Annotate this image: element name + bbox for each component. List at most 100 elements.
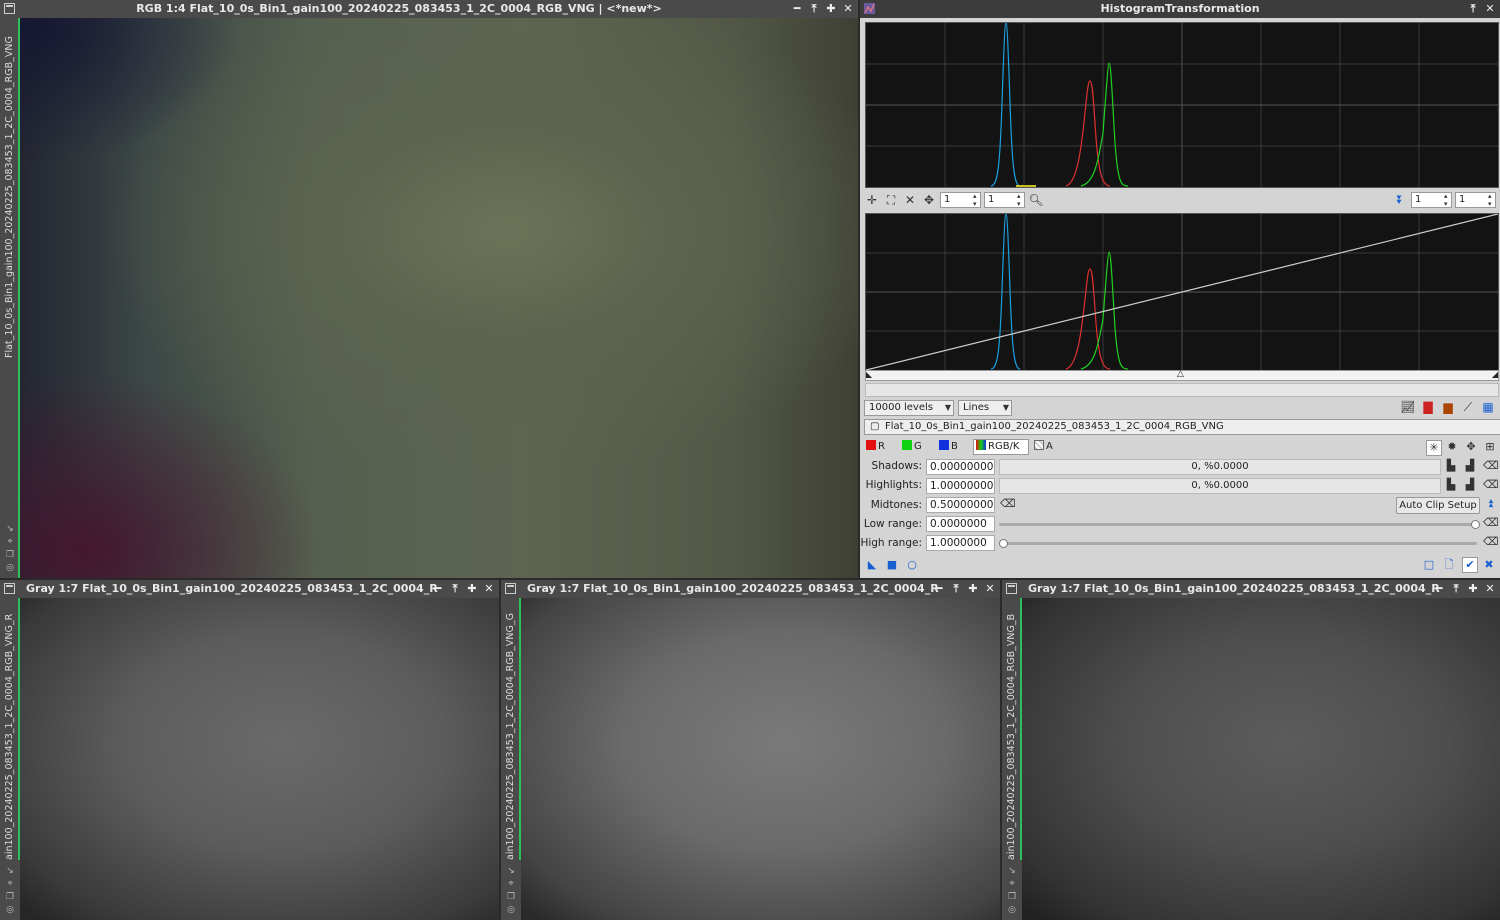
input-histogram-plot[interactable] (865, 213, 1499, 371)
pin-icon[interactable]: ⌖ (1009, 879, 1014, 890)
shadows-input[interactable]: 0.00000000 (926, 459, 995, 475)
gray-b-image-canvas[interactable] (1022, 598, 1500, 920)
copy-icon[interactable]: ❐ (6, 550, 14, 561)
expand-icon[interactable]: ⊞ (1483, 440, 1497, 454)
high-range-slider[interactable] (999, 539, 1477, 548)
apply-icon[interactable]: ✔ (1462, 557, 1478, 573)
pin-icon[interactable]: ⌖ (508, 879, 513, 890)
track-view-icon[interactable]: 🗋︎ (1442, 558, 1456, 572)
magnifier-icon[interactable]: 🔍︎ (1028, 192, 1044, 208)
gray-g-image-canvas[interactable] (521, 598, 1000, 920)
shadows-handle[interactable]: ◣ (866, 371, 872, 379)
target-icon[interactable]: ◎ (1008, 905, 1016, 916)
highlights-handle[interactable]: ◢ (1492, 371, 1498, 379)
copy-icon[interactable]: ❐ (6, 892, 14, 903)
zoom-v-input[interactable]: 1 (984, 192, 1025, 208)
shadows-reset-icon[interactable]: ⌫ (1483, 459, 1499, 473)
histogram-titlebar[interactable]: HistogramTransformation ⤒ ✕ (860, 0, 1500, 18)
shadows-auto2-icon[interactable]: ▟ (1463, 459, 1477, 473)
pan-icon[interactable]: ✥ (921, 192, 937, 208)
high-range-input[interactable]: 1.0000000 (926, 535, 995, 551)
midtones-input[interactable]: 0.50000000 (926, 497, 995, 513)
shade-icon[interactable]: ⤒ (1467, 2, 1479, 15)
maximize-icon[interactable]: ✚ (967, 582, 979, 595)
shade-icon[interactable]: ⤒ (808, 2, 820, 15)
gray-r-image-canvas[interactable] (20, 598, 499, 920)
zoom-fit-icon[interactable]: ✛ (864, 192, 880, 208)
collapse-down-icon[interactable]: ⏬︎ (1392, 192, 1408, 208)
handle-bar[interactable]: ◣ △ ◢ (865, 370, 1499, 381)
highlights-input[interactable]: 1.00000000 (926, 478, 995, 494)
log-scale-icon[interactable]: 📈︎ (1400, 399, 1416, 415)
grid-icon[interactable]: ▦ (1480, 399, 1496, 415)
rgb-image-window[interactable]: RGB 1:4 Flat_10_0s_Bin1_gain100_20240225… (0, 0, 858, 578)
minimize-icon[interactable]: ━ (1433, 582, 1445, 595)
output-histogram-plot[interactable] (865, 22, 1499, 188)
gear-icon[interactable]: ✹ (1445, 440, 1459, 454)
close-icon[interactable]: ✕ (483, 582, 495, 595)
zoom2-h-input[interactable]: 1 (1411, 192, 1452, 208)
target-icon[interactable]: ◎ (6, 905, 14, 916)
arrow-icon[interactable]: ↘ (6, 866, 14, 877)
gray-r-side-tab[interactable]: ain100_20240225_083453_1_2C_0004_RGB_VNG… (0, 598, 20, 920)
highlights-auto-icon[interactable]: ▙ (1444, 478, 1458, 492)
gray-window-r[interactable]: Gray 1:7 Flat_10_0s_Bin1_gain100_2024022… (0, 580, 499, 920)
target-icon[interactable]: ◎ (507, 905, 515, 916)
gray-g-side-tab[interactable]: ain100_20240225_083453_1_2C_0004_RGB_VNG… (501, 598, 521, 920)
maximize-icon[interactable]: ✚ (825, 2, 837, 15)
zoom-h-input[interactable]: 1 (940, 192, 981, 208)
auto-clip-icon[interactable]: ⏫︎ (1483, 497, 1497, 511)
minimize-icon[interactable]: ━ (791, 2, 803, 15)
minimize-icon[interactable]: ━ (432, 582, 444, 595)
rgb-window-side-tab[interactable]: Flat_10_0s_Bin1_gain100_20240225_083453_… (0, 18, 20, 578)
gray-b-titlebar[interactable]: Gray 1:7 Flat_10_0s_Bin1_gain100_2024022… (1002, 580, 1500, 598)
highlights-reset-icon[interactable]: ⌫ (1483, 478, 1499, 492)
view-select[interactable]: ▢ Flat_10_0s_Bin1_gain100_20240225_08345… (864, 419, 1500, 435)
low-range-knob[interactable] (1471, 520, 1480, 529)
gray-r-titlebar[interactable]: Gray 1:7 Flat_10_0s_Bin1_gain100_2024022… (0, 580, 499, 598)
gray-g-titlebar[interactable]: Gray 1:7 Flat_10_0s_Bin1_gain100_2024022… (501, 580, 1000, 598)
midtones-reset-icon[interactable]: ⌫ (1000, 497, 1016, 511)
close-icon[interactable]: ✕ (984, 582, 996, 595)
graph-style-select[interactable]: Lines (958, 400, 1012, 416)
gray-window-b[interactable]: Gray 1:7 Flat_10_0s_Bin1_gain100_2024022… (1002, 580, 1500, 920)
close-icon[interactable]: ✕ (1484, 2, 1496, 15)
pin-icon[interactable]: ⌖ (7, 879, 12, 890)
channel-rgbk[interactable]: RGB/K (973, 439, 1029, 455)
maximize-icon[interactable]: ✚ (466, 582, 478, 595)
copy-icon[interactable]: ❐ (507, 892, 515, 903)
close-icon[interactable]: ✕ (842, 2, 854, 15)
transfer-curve-icon[interactable]: ⟋ (1460, 399, 1476, 415)
combined-histogram-icon[interactable]: ▆ (1440, 399, 1456, 415)
auto-stretch-icon[interactable]: ✳ (1426, 440, 1442, 456)
apply-global-icon[interactable]: ■ (885, 558, 899, 572)
shadows-auto-icon[interactable]: ▙ (1444, 459, 1458, 473)
zoom2-v-input[interactable]: 1 (1455, 192, 1496, 208)
midtones-handle[interactable]: △ (1177, 370, 1184, 379)
maximize-icon[interactable]: ✚ (1467, 582, 1479, 595)
arrow-icon[interactable]: ↘ (1008, 866, 1016, 877)
channel-g[interactable]: G (902, 440, 922, 454)
new-instance-icon[interactable]: ◣ (865, 558, 879, 572)
rgb-window-titlebar[interactable]: RGB 1:4 Flat_10_0s_Bin1_gain100_20240225… (0, 0, 858, 18)
low-range-reset-icon[interactable]: ⌫ (1483, 516, 1499, 530)
pin-icon[interactable]: ⌖ (7, 537, 12, 548)
target-icon[interactable]: ◎ (6, 563, 14, 574)
arrow-icon[interactable]: ↘ (507, 866, 515, 877)
high-range-knob[interactable] (999, 539, 1008, 548)
gray-b-side-tab[interactable]: ain100_20240225_083453_1_2C_0004_RGB_VNG… (1002, 598, 1022, 920)
low-range-input[interactable]: 0.0000000 (926, 516, 995, 532)
shade-icon[interactable]: ⤒ (1450, 582, 1462, 595)
shade-icon[interactable]: ⤒ (950, 582, 962, 595)
browse-docs-icon[interactable]: □ (1422, 558, 1436, 572)
channel-a[interactable]: A (1034, 440, 1053, 454)
channel-b[interactable]: B (939, 440, 958, 454)
shade-icon[interactable]: ⤒ (449, 582, 461, 595)
rgb-image-canvas[interactable] (20, 18, 858, 578)
rgb-histogram-icon[interactable]: ▇ (1420, 399, 1436, 415)
auto-clip-setup-button[interactable]: Auto Clip Setup (1396, 497, 1480, 514)
real-time-preview-icon[interactable]: ○ (905, 558, 919, 572)
reset-icon[interactable]: ✖ (1482, 558, 1496, 572)
zoom-all-icon[interactable]: ✕ (902, 192, 918, 208)
close-icon[interactable]: ✕ (1484, 582, 1496, 595)
